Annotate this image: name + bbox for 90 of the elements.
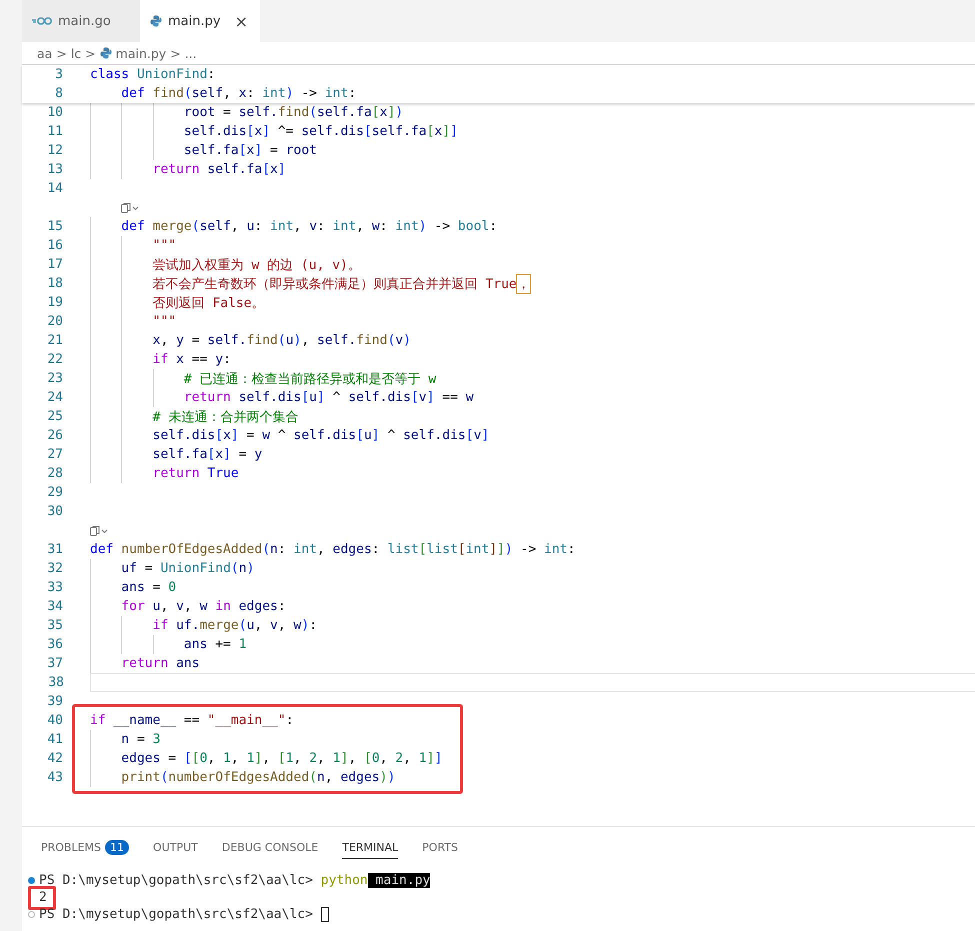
code-line: return self.dis[u] ^ self.dis[v] == w xyxy=(182,390,474,405)
code-line: self.fa[x] = y xyxy=(152,447,262,462)
code-line: self.fa[x] = root xyxy=(182,143,317,158)
code-line: if x == y: xyxy=(152,352,231,367)
line-number: 15 xyxy=(46,219,63,234)
line-number: 12 xyxy=(46,143,63,158)
line-number: 10 xyxy=(46,105,63,120)
code-line: if uf.merge(u, v, w): xyxy=(152,618,318,633)
code-line: def find(self, x: int) -> int: xyxy=(120,86,356,101)
line-number: 29 xyxy=(46,485,63,500)
code-line: self.dis[x] = w ^ self.dis[u] ^ self.dis[v] xyxy=(152,428,490,443)
code-line: # 未连通：合并两个集合 xyxy=(152,408,298,426)
code-line: if __name__ == "__main__": xyxy=(90,713,294,728)
line-number: 43 xyxy=(46,770,63,785)
code-line: def merge(self, u: int, v: int, w: int) -> bool: xyxy=(120,219,498,234)
line-number: 39 xyxy=(46,694,63,709)
line-number: 20 xyxy=(46,314,63,329)
breadcrumb-separator: > xyxy=(56,46,67,60)
line-number: 30 xyxy=(46,504,63,519)
line-number: 14 xyxy=(46,181,63,196)
code-line: 若不会产生奇数环（即异或条件满足）则真正合并并返回 True， xyxy=(90,274,530,292)
code-line: ans += 1 xyxy=(182,637,247,652)
problem-count-badge: 11 xyxy=(105,840,130,854)
line-number: 28 xyxy=(46,466,63,481)
code-line: n = 3 xyxy=(120,732,160,747)
line-number: 25 xyxy=(46,409,63,424)
line-number: 18 xyxy=(46,276,63,291)
line-number: 24 xyxy=(46,390,63,405)
code-line: edges = [[0, 1, 1], [1, 2, 1], [0, 2, 1]] xyxy=(120,751,442,766)
code-line: class UnionFind: xyxy=(90,67,216,82)
code-line: return ans xyxy=(120,656,200,671)
line-number: 21 xyxy=(46,333,63,348)
line-number: 3 xyxy=(54,67,63,82)
line-number: 34 xyxy=(46,599,63,614)
editor-tab[interactable]: main.py × xyxy=(140,0,260,42)
code-line: x, y = self.find(u), self.find(v) xyxy=(152,333,411,348)
panel-tab[interactable]: TERMINAL xyxy=(342,836,398,859)
code-line: ans = 0 xyxy=(120,580,176,595)
line-number: 37 xyxy=(46,656,63,671)
code-line: root = self.find(self.fa[x]) xyxy=(182,105,404,120)
line-number: 42 xyxy=(46,751,63,766)
panel-tab[interactable]: PORTS xyxy=(422,836,458,858)
breadcrumb-separator: > xyxy=(85,46,96,60)
panel-tab[interactable]: DEBUG CONSOLE xyxy=(222,836,318,858)
code-line: # 已连通：检查当前路径异或和是否等于 w xyxy=(182,370,436,388)
terminal-output: 2 xyxy=(39,890,47,905)
line-number: 13 xyxy=(46,162,63,177)
panel-tab[interactable]: PROBLEMS 11 xyxy=(41,836,130,858)
terminal-line: PS D:\mysetup\gopath\src\sf2\aa\lc> xyxy=(39,907,314,922)
terminal-line: PS D:\mysetup\gopath\src\sf2\aa\lc> python main.py xyxy=(39,873,430,888)
codelens-icon[interactable] xyxy=(121,202,140,214)
line-number: 11 xyxy=(46,124,63,139)
code-line: def numberOfEdgesAdded(n: int, edges: list[list[int]]) -> int: xyxy=(90,542,576,557)
line-number: 35 xyxy=(46,618,63,633)
code-line: for u, v, w in edges: xyxy=(120,599,286,614)
line-number: 8 xyxy=(54,86,63,101)
code-line: """ xyxy=(152,238,176,253)
code-line: self.dis[x] ^= self.dis[self.fa[x]] xyxy=(182,124,458,139)
line-number: 16 xyxy=(46,238,63,253)
code-line: uf = UnionFind(n) xyxy=(120,561,254,576)
panel-tab[interactable]: OUTPUT xyxy=(153,836,198,858)
line-number: 32 xyxy=(46,561,63,576)
code-line: print(numberOfEdgesAdded(n, edges)) xyxy=(120,770,396,785)
code-line: 尝试加入权重为 w 的边 (u, v)。 xyxy=(152,256,361,274)
code-line: return True xyxy=(152,466,239,481)
python-icon xyxy=(100,47,112,59)
line-number: 31 xyxy=(46,542,63,557)
line-number: 27 xyxy=(46,447,63,462)
breadcrumb-item[interactable]: lc xyxy=(70,46,82,60)
line-number: 36 xyxy=(46,637,63,652)
close-button[interactable]: × xyxy=(234,12,248,30)
line-number: 19 xyxy=(46,295,63,310)
breadcrumb-item[interactable]: ... xyxy=(184,46,197,60)
code-line: return self.fa[x] xyxy=(152,162,286,177)
line-number: 40 xyxy=(46,713,63,728)
codelens-icon[interactable] xyxy=(90,524,108,536)
line-number: 26 xyxy=(46,428,63,443)
code-line: 否则返回 False。 xyxy=(152,294,265,312)
line-number: 22 xyxy=(46,352,63,367)
line-number: 23 xyxy=(46,371,63,386)
line-number: 17 xyxy=(46,257,63,272)
breadcrumb-separator: > xyxy=(170,46,181,60)
breadcrumb-item[interactable]: main.py xyxy=(116,46,166,60)
line-number: 38 xyxy=(47,675,64,690)
breadcrumb-item[interactable]: aa xyxy=(37,46,52,60)
line-number: 41 xyxy=(46,732,63,747)
line-number: 33 xyxy=(46,580,63,595)
editor-tab[interactable]: main.go xyxy=(22,0,140,42)
python-icon xyxy=(150,15,162,27)
code-line: """ xyxy=(152,314,176,329)
